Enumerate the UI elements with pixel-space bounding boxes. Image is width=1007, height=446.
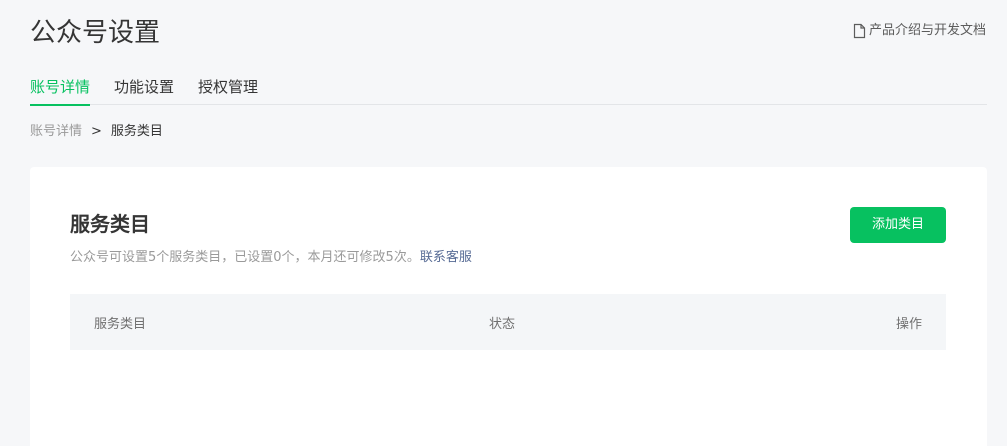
tab-authorization-management[interactable]: 授权管理 <box>198 76 258 105</box>
tab-feature-settings[interactable]: 功能设置 <box>114 76 174 105</box>
category-table-header: 服务类目 状态 操作 <box>70 294 946 350</box>
card-title: 服务类目 <box>70 212 150 236</box>
breadcrumb-account-details[interactable]: 账号详情 <box>30 122 82 142</box>
breadcrumb: 账号详情 > 服务类目 <box>30 122 163 142</box>
contact-support-link[interactable]: 联系客服 <box>420 250 472 265</box>
product-docs-link[interactable]: 产品介绍与开发文档 <box>853 21 986 41</box>
product-docs-label: 产品介绍与开发文档 <box>868 23 986 38</box>
column-header-action: 操作 <box>895 316 922 332</box>
card-description: 公众号可设置5个服务类目，已设置0个，本月还可修改5次。联系客服 <box>70 248 472 268</box>
add-category-button[interactable]: 添加类目 <box>850 207 946 243</box>
settings-tabs: 账号详情 功能设置 授权管理 <box>30 76 987 106</box>
breadcrumb-separator: > <box>91 124 102 139</box>
column-header-status: 状态 <box>489 316 516 332</box>
category-quota-text: 公众号可设置5个服务类目，已设置0个，本月还可修改5次。 <box>70 250 420 265</box>
page-title: 公众号设置 <box>30 18 161 48</box>
tab-account-details[interactable]: 账号详情 <box>30 76 91 106</box>
column-header-category: 服务类目 <box>94 316 147 332</box>
settings-page: 公众号设置 产品介绍与开发文档 账号详情 功能设置 授权管理 账号详情 > 服务… <box>0 0 1007 446</box>
breadcrumb-current: 服务类目 <box>110 124 163 139</box>
document-icon <box>853 23 866 39</box>
service-category-card: 服务类目 公众号可设置5个服务类目，已设置0个，本月还可修改5次。联系客服 添加… <box>30 167 987 446</box>
